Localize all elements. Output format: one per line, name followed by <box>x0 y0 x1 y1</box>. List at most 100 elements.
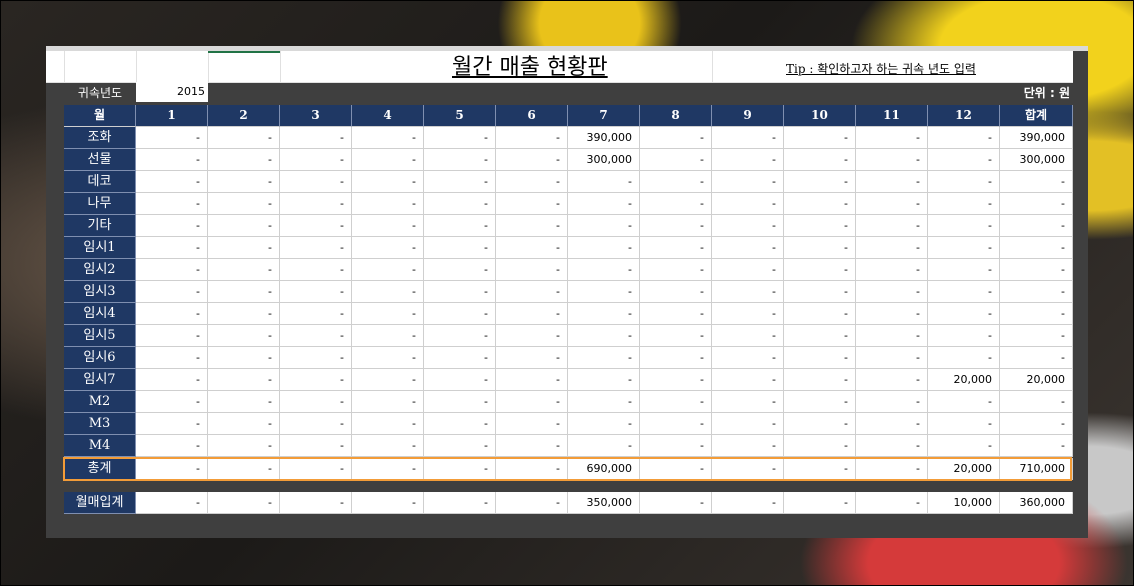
value-cell[interactable]: - <box>208 259 280 281</box>
row-total-cell[interactable]: - <box>1000 303 1073 325</box>
value-cell[interactable]: - <box>136 127 208 149</box>
value-cell[interactable]: - <box>856 259 928 281</box>
value-cell[interactable]: - <box>496 303 568 325</box>
value-cell[interactable]: - <box>208 281 280 303</box>
value-cell[interactable]: - <box>280 237 352 259</box>
value-cell[interactable]: - <box>568 171 640 193</box>
value-cell[interactable]: - <box>496 237 568 259</box>
row-total-cell[interactable]: - <box>1000 193 1073 215</box>
value-cell[interactable]: - <box>784 193 856 215</box>
value-cell[interactable]: - <box>496 413 568 435</box>
value-cell[interactable]: - <box>928 347 1000 369</box>
value-cell[interactable]: - <box>784 215 856 237</box>
value-cell[interactable]: 390,000 <box>568 127 640 149</box>
value-cell[interactable]: - <box>136 193 208 215</box>
value-cell[interactable]: - <box>856 303 928 325</box>
value-cell[interactable]: - <box>424 281 496 303</box>
value-cell[interactable]: - <box>136 237 208 259</box>
value-cell[interactable]: - <box>280 435 352 457</box>
value-cell[interactable]: - <box>928 281 1000 303</box>
value-cell[interactable]: - <box>712 347 784 369</box>
value-cell[interactable]: - <box>208 171 280 193</box>
value-cell[interactable]: - <box>352 303 424 325</box>
value-cell[interactable]: - <box>352 492 424 514</box>
value-cell[interactable]: - <box>496 391 568 413</box>
row-total-cell[interactable]: - <box>1000 281 1073 303</box>
value-cell[interactable]: - <box>712 492 784 514</box>
row-total-cell[interactable]: 360,000 <box>1000 492 1073 514</box>
value-cell[interactable]: - <box>496 259 568 281</box>
value-cell[interactable]: - <box>784 325 856 347</box>
value-cell[interactable]: - <box>568 325 640 347</box>
value-cell[interactable]: - <box>856 281 928 303</box>
value-cell[interactable]: - <box>784 492 856 514</box>
row-total-cell[interactable]: - <box>1000 435 1073 457</box>
value-cell[interactable]: - <box>280 413 352 435</box>
value-cell[interactable]: - <box>928 413 1000 435</box>
value-cell[interactable]: - <box>712 325 784 347</box>
value-cell[interactable]: - <box>712 413 784 435</box>
value-cell[interactable]: - <box>712 281 784 303</box>
value-cell[interactable]: - <box>928 215 1000 237</box>
value-cell[interactable]: - <box>928 303 1000 325</box>
value-cell[interactable]: - <box>784 149 856 171</box>
value-cell[interactable]: - <box>928 325 1000 347</box>
value-cell[interactable]: - <box>928 193 1000 215</box>
value-cell[interactable]: - <box>712 435 784 457</box>
value-cell[interactable]: - <box>568 303 640 325</box>
value-cell[interactable]: - <box>496 435 568 457</box>
value-cell[interactable]: - <box>568 435 640 457</box>
value-cell[interactable]: - <box>712 149 784 171</box>
value-cell[interactable]: - <box>280 259 352 281</box>
value-cell[interactable]: - <box>280 347 352 369</box>
value-cell[interactable]: - <box>352 259 424 281</box>
value-cell[interactable]: - <box>280 193 352 215</box>
value-cell[interactable]: - <box>928 435 1000 457</box>
value-cell[interactable]: - <box>136 303 208 325</box>
row-total-cell[interactable]: - <box>1000 413 1073 435</box>
value-cell[interactable]: - <box>352 237 424 259</box>
value-cell[interactable]: - <box>784 259 856 281</box>
value-cell[interactable]: - <box>712 193 784 215</box>
value-cell[interactable]: - <box>928 259 1000 281</box>
value-cell[interactable]: - <box>280 325 352 347</box>
value-cell[interactable]: - <box>784 413 856 435</box>
value-cell[interactable]: - <box>784 369 856 391</box>
value-cell[interactable]: - <box>640 391 712 413</box>
value-cell[interactable]: - <box>424 325 496 347</box>
value-cell[interactable]: - <box>424 391 496 413</box>
value-cell[interactable]: - <box>424 303 496 325</box>
value-cell[interactable]: - <box>280 171 352 193</box>
value-cell[interactable]: 10,000 <box>928 492 1000 514</box>
value-cell[interactable]: - <box>424 435 496 457</box>
value-cell[interactable]: - <box>712 259 784 281</box>
value-cell[interactable]: - <box>640 127 712 149</box>
value-cell[interactable]: - <box>712 127 784 149</box>
value-cell[interactable]: - <box>208 193 280 215</box>
value-cell[interactable]: - <box>712 237 784 259</box>
value-cell[interactable]: - <box>784 127 856 149</box>
value-cell[interactable]: - <box>496 281 568 303</box>
value-cell[interactable]: - <box>280 149 352 171</box>
value-cell[interactable]: - <box>640 237 712 259</box>
value-cell[interactable]: - <box>208 237 280 259</box>
value-cell[interactable]: - <box>640 215 712 237</box>
value-cell[interactable]: - <box>496 492 568 514</box>
value-cell[interactable]: - <box>640 413 712 435</box>
value-cell[interactable]: - <box>352 171 424 193</box>
value-cell[interactable]: - <box>712 391 784 413</box>
value-cell[interactable]: - <box>496 171 568 193</box>
value-cell[interactable]: - <box>568 369 640 391</box>
value-cell[interactable]: - <box>496 369 568 391</box>
value-cell[interactable]: - <box>136 171 208 193</box>
value-cell[interactable]: - <box>856 193 928 215</box>
value-cell[interactable]: - <box>280 281 352 303</box>
value-cell[interactable]: - <box>352 281 424 303</box>
value-cell[interactable]: - <box>496 127 568 149</box>
value-cell[interactable]: - <box>352 369 424 391</box>
value-cell[interactable]: - <box>640 259 712 281</box>
value-cell[interactable]: - <box>856 127 928 149</box>
value-cell[interactable]: - <box>640 303 712 325</box>
value-cell[interactable]: - <box>352 325 424 347</box>
value-cell[interactable]: - <box>208 303 280 325</box>
